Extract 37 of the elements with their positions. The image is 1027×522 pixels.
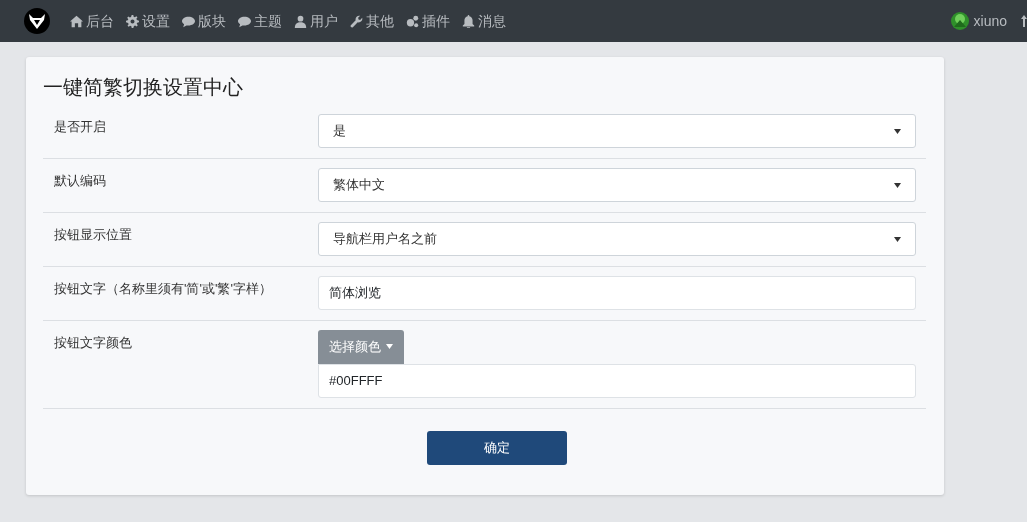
input-field[interactable]: 简体浏览 [318, 276, 916, 310]
card-title: 一键简繁切换设置中心 [43, 75, 244, 99]
speech-bubble-icon [182, 14, 195, 28]
select-field[interactable]: 繁体中文 [318, 168, 916, 202]
wrench-icon [350, 14, 363, 28]
caret-icon [386, 344, 393, 350]
input-field[interactable]: #00FFFF [318, 363, 916, 398]
field-label: 按钮文字（名称里须有'简'或'繁'字样） [54, 280, 273, 298]
speech-bubble-icon [238, 14, 251, 28]
field-label: 按钮显示位置 [54, 226, 133, 244]
nav-link[interactable]: 后台 [64, 10, 120, 32]
select-field[interactable]: 导航栏用户名之前 [318, 222, 916, 256]
gear-icon [126, 14, 139, 28]
caret-icon [894, 236, 901, 242]
nav-link[interactable]: 版块 [176, 10, 232, 32]
field-label: 是否开启 [54, 118, 107, 136]
arrow-icon[interactable] [1021, 15, 1027, 27]
avatar-icon [950, 12, 969, 30]
caret-icon [894, 182, 901, 188]
caret-icon [894, 128, 901, 134]
nav-link[interactable]: 插件 [400, 10, 456, 32]
nav-link[interactable]: 设置 [120, 10, 176, 32]
logo-icon[interactable] [24, 8, 50, 34]
bell-icon [462, 14, 475, 28]
nav-link[interactable]: 消息 [456, 10, 512, 32]
user-link[interactable]: xiuno [944, 10, 1013, 32]
nav-link[interactable]: 用户 [288, 10, 344, 32]
field-label: 按钮文字颜色 [54, 334, 133, 352]
field-label: 默认编码 [54, 172, 107, 190]
user-icon [294, 14, 307, 28]
nav-link[interactable]: 其他 [344, 10, 400, 32]
submit-button[interactable]: 确定 [426, 430, 567, 465]
nav-link[interactable]: 主题 [232, 10, 288, 32]
select-field[interactable]: 是 [318, 114, 916, 148]
color-picker-button[interactable]: 选择颜色 [318, 330, 404, 364]
home-icon [70, 14, 83, 28]
gears-icon [406, 14, 419, 28]
